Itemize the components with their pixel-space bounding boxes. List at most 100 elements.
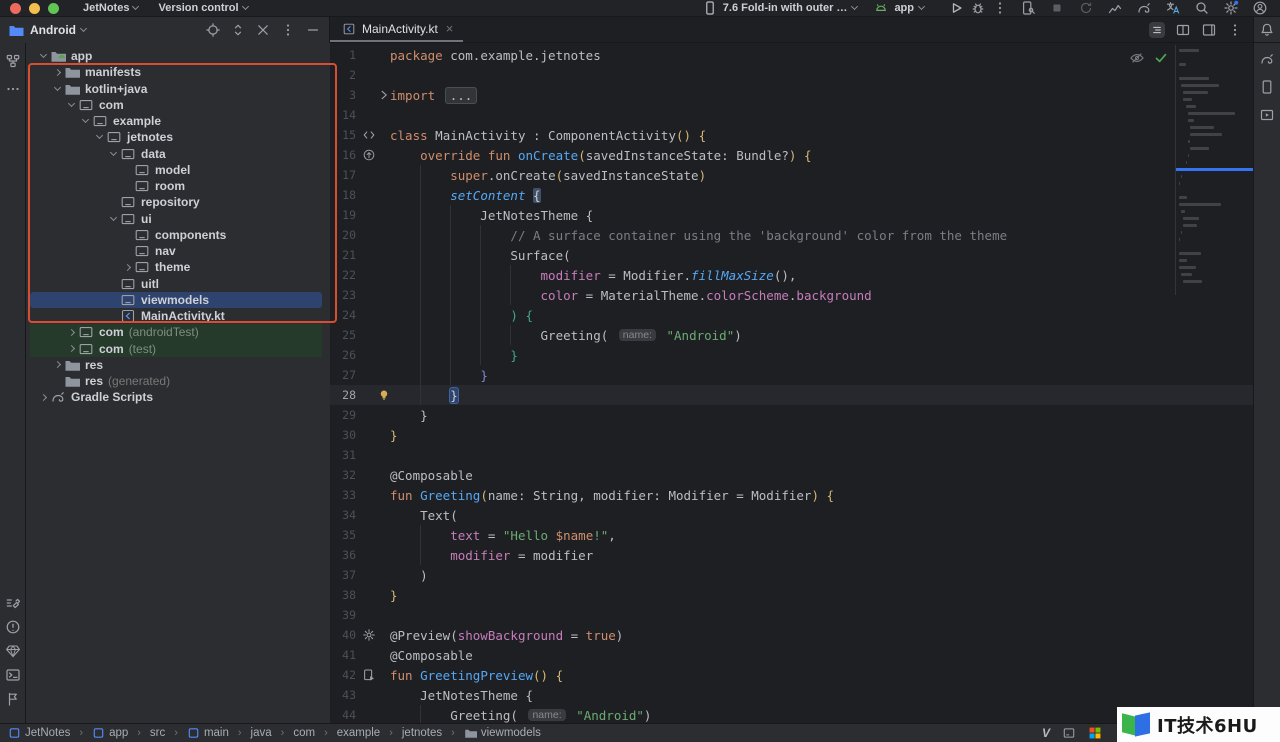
tree-chevron-icon[interactable] [120,263,134,271]
colored-squares-icon[interactable] [1088,726,1102,740]
code-line-16[interactable]: 16 override fun onCreate(savedInstanceSt… [330,145,1253,165]
minimize-window-button[interactable] [29,2,40,14]
menu-jetnotes[interactable]: JetNotes [73,2,148,14]
fold-column[interactable] [378,388,390,402]
tree-chevron-icon[interactable] [64,328,78,336]
tree-chevron-icon[interactable] [50,68,64,76]
code-line-39[interactable]: 39 [330,605,1253,625]
breadcrumb-jetnotes[interactable]: jetnotes [402,727,442,739]
code-line-43[interactable]: 43 JetNotesTheme { [330,685,1253,705]
tree-item-mainactivity-kt[interactable]: MainActivity.kt [30,308,322,324]
line-number[interactable]: 26 [330,348,360,362]
line-number[interactable]: 22 [330,268,360,282]
line-number[interactable]: 18 [330,188,360,202]
tree-item-kotlin-java[interactable]: kotlin+java [30,81,322,97]
line-number[interactable]: 21 [330,248,360,262]
editor-minimap[interactable] [1175,45,1253,295]
editor-view-mode-icon[interactable] [1149,21,1165,38]
expand-collapse-icon[interactable] [230,22,246,38]
code-line-38[interactable]: 38} [330,585,1253,605]
tree-chevron-icon[interactable] [92,132,106,140]
line-number[interactable]: 16 [330,148,360,162]
tree-item-data[interactable]: data [30,146,322,162]
more-run-options-button[interactable] [992,0,1008,16]
tree-item-app[interactable]: app [30,48,322,64]
tree-chevron-icon[interactable] [78,116,92,124]
code-line-15[interactable]: 15 class MainActivity : ComponentActivity… [330,125,1253,145]
line-number[interactable]: 27 [330,368,360,382]
breadcrumb-java[interactable]: java [251,727,272,739]
device-manager-icon[interactable] [1020,0,1036,16]
profiler-icon[interactable] [1107,0,1123,16]
line-number[interactable]: 24 [330,308,360,322]
tree-item-model[interactable]: model [30,162,322,178]
code-line-29[interactable]: 29 } [330,405,1253,425]
code-line-14[interactable]: 14 [330,105,1253,125]
code-line-24[interactable]: 24 ) { [330,305,1253,325]
hide-panel-icon[interactable] [305,22,321,38]
code-line-19[interactable]: 19 JetNotesTheme { [330,205,1253,225]
bulb-gutter-icon[interactable] [377,388,391,402]
tree-item-res[interactable]: res [30,357,322,373]
gear-gutter-icon[interactable] [362,628,376,642]
tree-item-example[interactable]: example [30,113,322,129]
code-line-3[interactable]: 3 import ... [330,85,1253,105]
line-number[interactable]: 2 [330,68,360,82]
code-line-31[interactable]: 31 [330,445,1253,465]
code-line-23[interactable]: 23 color = MaterialTheme. colorScheme. bac… [330,285,1253,305]
override-gutter-icon[interactable] [362,148,376,162]
problems-toolwindow-icon[interactable] [5,619,21,635]
menu-version-control[interactable]: Version control [148,2,257,14]
tree-item-com[interactable]: com (androidTest) [30,324,322,341]
gutter-icon-column[interactable] [360,628,378,642]
tree-item-gradle-scripts[interactable]: Gradle Scripts [30,389,322,405]
breadcrumb-main[interactable]: main [187,727,229,740]
line-number[interactable]: 41 [330,648,360,662]
tree-chevron-icon[interactable] [50,361,64,369]
code-line-28[interactable]: 28 } [330,385,1253,405]
code-line-26[interactable]: 26 } [330,345,1253,365]
line-number[interactable]: 39 [330,608,360,622]
code-line-36[interactable]: 36 modifier = modifier [330,545,1253,565]
todo-toolwindow-icon[interactable] [5,691,21,707]
terminal-toolwindow-icon[interactable] [5,667,21,683]
line-number[interactable]: 14 [330,108,360,122]
tree-item-res[interactable]: res (generated) [30,373,322,389]
tree-item-jetnotes[interactable]: jetnotes [30,129,322,145]
line-number[interactable]: 34 [330,508,360,522]
tree-item-uitl[interactable]: uitl [30,276,322,292]
tree-item-components[interactable]: components [30,227,322,243]
gradle-toolwindow-icon[interactable] [1259,51,1275,67]
line-number[interactable]: 33 [330,488,360,502]
inspection-widget[interactable] [1129,50,1145,66]
device-manager-toolwindow-icon[interactable] [1259,79,1275,95]
code-editor[interactable]: 1 package com.example.jetnotes 2 3 import ..… [330,43,1253,723]
debug-button[interactable] [970,0,986,16]
search-icon[interactable] [1194,0,1210,16]
collapse-all-icon[interactable] [255,22,271,38]
breadcrumb-viewmodels[interactable]: viewmodels [464,727,541,740]
device-selector[interactable]: 7.6 Fold-in with outer … [702,0,859,16]
line-number[interactable]: 1 [330,48,360,62]
breadcrumb-com[interactable]: com [293,727,315,739]
code-line-41[interactable]: 41 @Composable [330,645,1253,665]
line-number[interactable]: 19 [330,208,360,222]
code-line-18[interactable]: 18 setContent { [330,185,1253,205]
tab-mainactivity[interactable]: MainActivity.kt × [330,17,464,42]
line-number[interactable]: 20 [330,228,360,242]
more-toolwindows-icon[interactable] [5,81,21,97]
code-line-17[interactable]: 17 super .onCreate(savedInstanceState) [330,165,1253,185]
maximize-window-button[interactable] [48,2,59,14]
tree-item-theme[interactable]: theme [30,259,322,275]
close-window-button[interactable] [10,2,21,14]
split-editor-icon[interactable] [1175,22,1191,38]
code-line-2[interactable]: 2 [330,65,1253,85]
app-quality-insights-icon[interactable] [5,643,21,659]
line-number[interactable]: 28 [330,388,360,402]
code-line-32[interactable]: 32 @Composable [330,465,1253,485]
code-line-37[interactable]: 37 ) [330,565,1253,585]
tree-chevron-icon[interactable] [50,83,64,91]
line-number[interactable]: 17 [330,168,360,182]
line-number[interactable]: 35 [330,528,360,542]
code-line-30[interactable]: 30} [330,425,1253,445]
